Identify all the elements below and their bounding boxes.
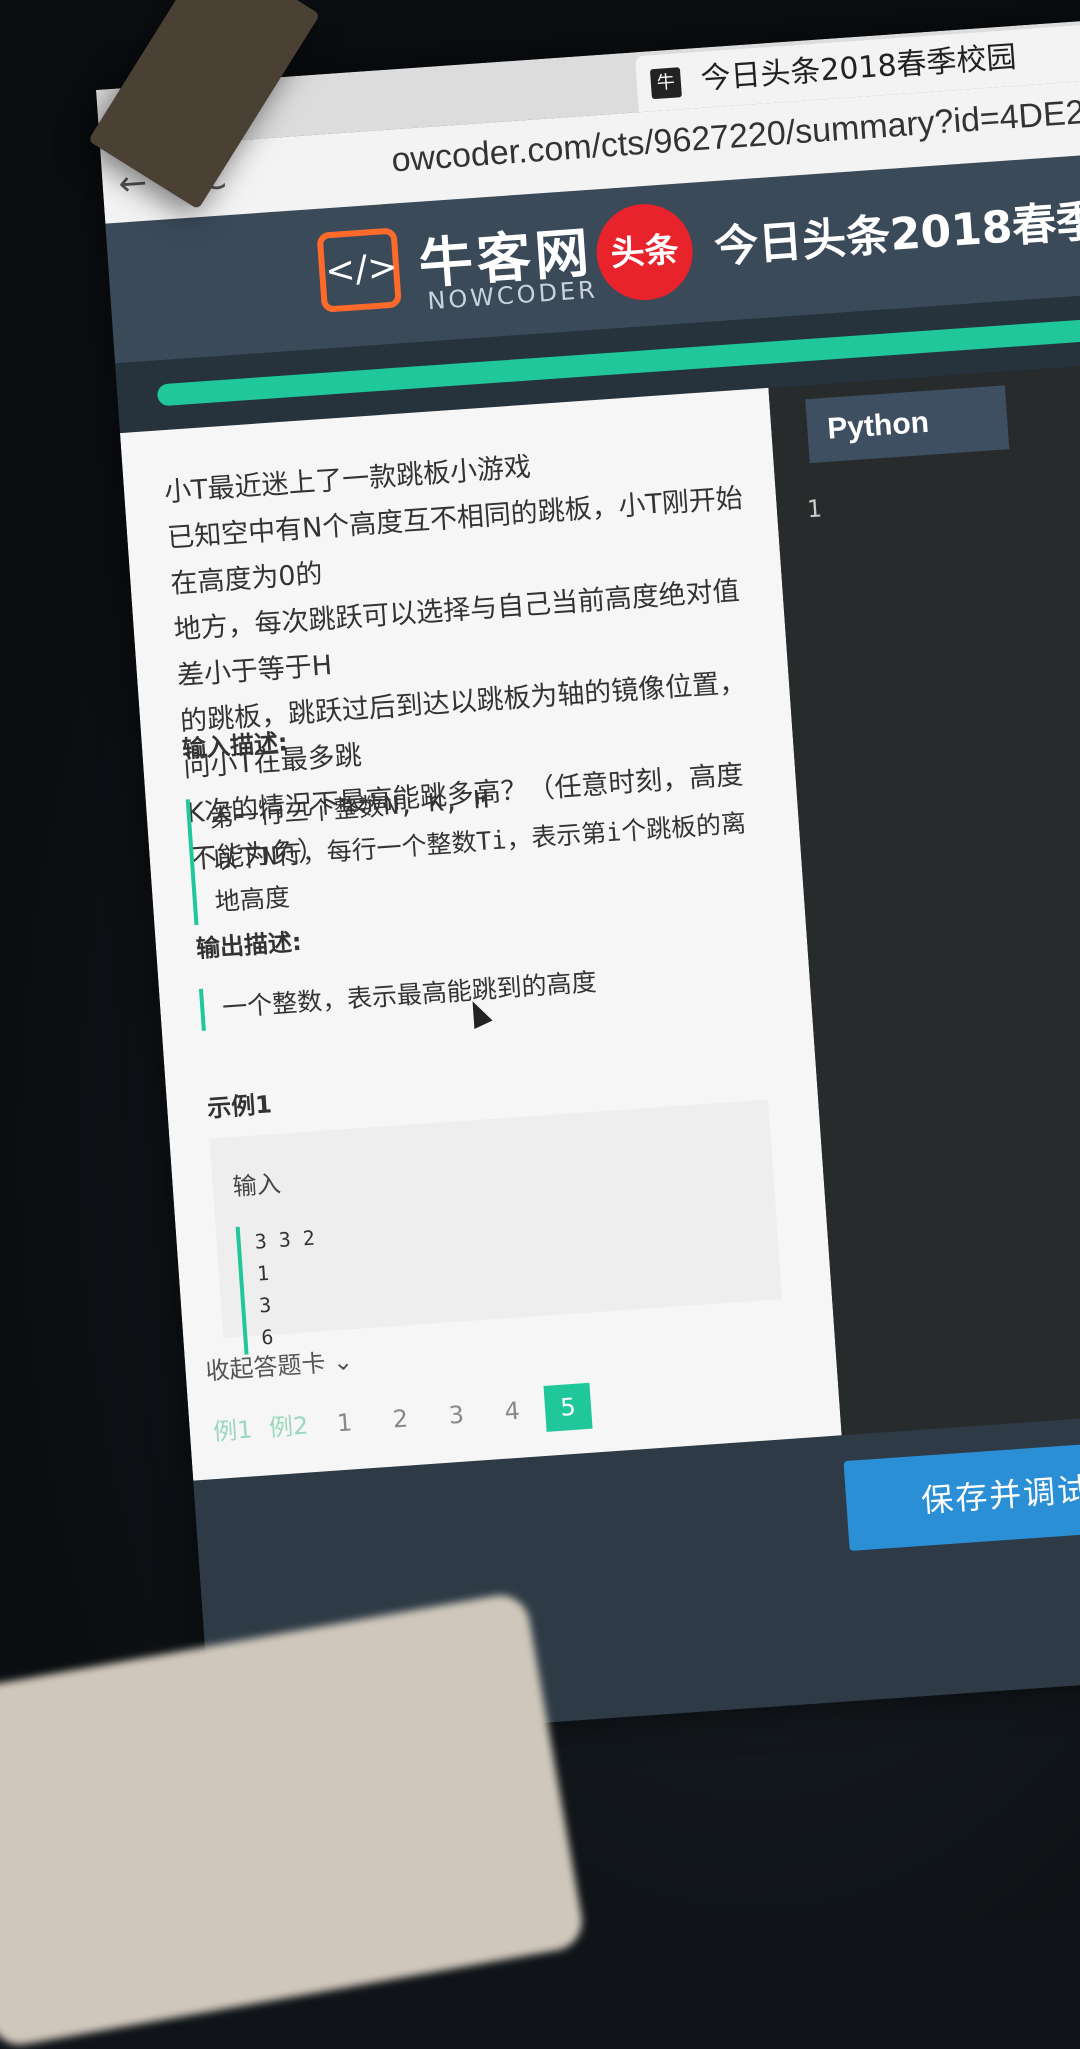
question-nav-item[interactable]: 5 [543, 1382, 593, 1432]
output-description-label: 输出描述: [195, 927, 303, 964]
favicon-icon: 牛 [649, 67, 682, 100]
partner-badge: 头条 [593, 200, 696, 304]
output-line: 一个整数，表示最高能跳到的高度 [221, 967, 598, 1023]
question-nav-item[interactable]: 例1 [208, 1406, 257, 1455]
answer-card-toggle[interactable]: 收起答题卡 ⌄ [204, 1341, 354, 1386]
monitor-background: 牛 今日头条2018春季校园 ← → C owcoder.com/cts/962… [0, 0, 1080, 2049]
save-and-debug-button[interactable]: 保存并调试 [843, 1438, 1080, 1551]
nowcoder-logo-icon[interactable]: </> [316, 227, 402, 313]
browser-window: 牛 今日头条2018春季校园 ← → C owcoder.com/cts/962… [96, 18, 1080, 1746]
question-nav-item[interactable]: 4 [488, 1387, 537, 1436]
question-nav-item[interactable]: 3 [432, 1391, 481, 1440]
example-label: 示例1 [206, 1090, 273, 1123]
language-tab[interactable]: Python [805, 385, 1010, 464]
example-box: 输入 3 3 2 1 3 6 [209, 1099, 784, 1355]
input-description-label: 输入描述: [181, 728, 289, 764]
exam-title: 今日头条2018春季 [712, 195, 1080, 274]
question-nav-item[interactable]: 2 [376, 1394, 425, 1443]
desk-foreground [0, 1590, 587, 2049]
problem-panel: 小T最近迷上了一款跳板小游戏 已知空中有N个高度互不相同的跳板，小T刚开始在高度为… [119, 387, 842, 1481]
question-nav-item[interactable]: 1 [320, 1398, 369, 1447]
question-navigator: 例1 例2 1 2 3 4 5 [208, 1382, 603, 1459]
example-input-label: 输入 [231, 1169, 282, 1202]
line-number: 1 [806, 494, 823, 524]
example-input-data: 3 3 2 1 3 6 [235, 1189, 784, 1355]
question-nav-item[interactable]: 例2 [264, 1402, 313, 1451]
